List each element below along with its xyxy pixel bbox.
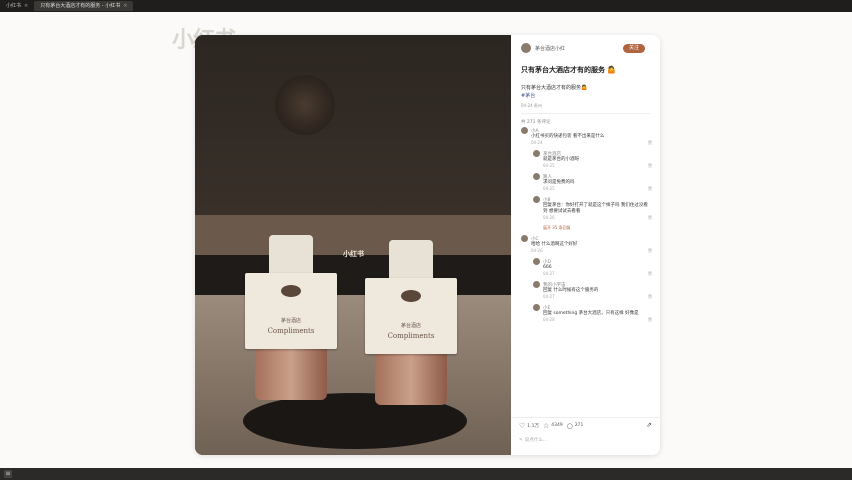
like-button[interactable]: 赞 bbox=[648, 271, 652, 277]
reply: 路人 求问是免费的吗 04-25 赞 bbox=[533, 173, 652, 192]
comment-input-placeholder: 说点什么... bbox=[524, 438, 548, 443]
avatar[interactable] bbox=[533, 281, 540, 288]
note-card: 茅台酒店 Compliments 茅台酒店 Compliments 小红书 茅台… bbox=[195, 35, 660, 455]
close-icon[interactable]: × bbox=[123, 1, 127, 11]
like-button[interactable]: 赞 bbox=[648, 215, 652, 221]
comment-author[interactable]: 小E bbox=[543, 305, 550, 311]
photo-watermark: 小红书 bbox=[343, 250, 364, 258]
post-desc: 只有茅台大酒店才有的服务🤷 #茅台 bbox=[521, 84, 587, 100]
tag-en: Compliments bbox=[267, 327, 315, 335]
reply: 小E 回复 something 茅台大酒店，只有这样 好像是 04-28 赞 bbox=[533, 304, 652, 323]
post-meta: 04-24 贵州 bbox=[521, 103, 542, 108]
bottle-right: 茅台酒店 Compliments bbox=[365, 230, 457, 405]
comment-time: 04-27 bbox=[543, 294, 555, 299]
like-button[interactable]: 赞 bbox=[648, 140, 652, 146]
bottom-strip bbox=[0, 468, 852, 480]
collect-action[interactable]: ☆ 4349 bbox=[543, 422, 563, 430]
post-title: 只有茅台大酒店才有的服务 🤷 bbox=[521, 66, 617, 74]
browser-tab-active[interactable]: 只有茅台大酒店才有的服务 - 小红书 × bbox=[34, 1, 134, 11]
author-name[interactable]: 茅台酒店小红 bbox=[535, 45, 565, 52]
heart-icon: ♡ bbox=[519, 421, 526, 430]
like-count: 1.1万 bbox=[527, 423, 539, 429]
star-icon: ☆ bbox=[542, 421, 550, 430]
tag-cn: 茅台酒店 bbox=[400, 323, 421, 329]
comment-author[interactable]: 小B bbox=[543, 197, 551, 203]
tab-label: 只有茅台大酒店才有的服务 - 小红书 bbox=[40, 3, 121, 9]
reply: 茅台酒店 就是茅台的小酒呀 04-25 赞 bbox=[533, 150, 652, 169]
comment-time: 04-25 bbox=[543, 186, 555, 191]
bottle-left: 茅台酒店 Compliments bbox=[245, 225, 337, 400]
avatar[interactable] bbox=[521, 127, 528, 134]
comment-action[interactable]: ○ 271 bbox=[567, 422, 584, 430]
avatar[interactable] bbox=[533, 304, 540, 311]
avatar[interactable] bbox=[521, 235, 528, 242]
tag-cn: 茅台酒店 bbox=[280, 318, 301, 324]
like-button[interactable]: 赞 bbox=[648, 163, 652, 169]
reply: 小D 666 04-27 赞 bbox=[533, 258, 652, 277]
avatar[interactable] bbox=[533, 150, 540, 157]
close-icon[interactable]: × bbox=[24, 1, 28, 11]
post-tag[interactable]: #茅台 bbox=[521, 92, 587, 100]
comment-count: 共 271 条评论 bbox=[521, 120, 551, 125]
avatar[interactable] bbox=[533, 196, 540, 203]
comment: 小A 小红书买的快递包装 看不出来是什么 04-24 赞 bbox=[521, 127, 652, 146]
comment-time: 04-26 bbox=[531, 248, 543, 253]
comment-input[interactable]: ✎ 说点什么... bbox=[519, 435, 579, 445]
post-desc-text: 只有茅台大酒店才有的服务🤷 bbox=[521, 85, 588, 91]
tab-label: 小红书 bbox=[6, 3, 22, 9]
post-photo[interactable]: 茅台酒店 Compliments 茅台酒店 Compliments 小红书 bbox=[195, 35, 511, 455]
comment-time: 04-24 bbox=[531, 140, 543, 145]
reply: 我的小宇宙 回复 什么时候有这个服务的 04-27 赞 bbox=[533, 281, 652, 300]
browser-tab-bar: 小红书 × 只有茅台大酒店才有的服务 - 小红书 × bbox=[0, 0, 852, 12]
comment: 小C 哈哈 什么酒啊这个好好 04-26 赞 bbox=[521, 235, 652, 254]
photo-wall bbox=[195, 35, 511, 235]
comment-count-action: 271 bbox=[574, 423, 584, 428]
like-action[interactable]: ♡ 1.1万 bbox=[519, 422, 539, 430]
collect-count: 4349 bbox=[551, 423, 563, 428]
tag-en: Compliments bbox=[387, 332, 435, 340]
comment-text: 回复 something 茅台大酒店，只有这样 好像是 bbox=[543, 311, 639, 316]
comment-author[interactable]: 小A bbox=[531, 128, 539, 134]
page: 小红书 茅台酒店 Compliments 茅台酒店 Compliments bbox=[0, 12, 852, 468]
comment-author[interactable]: 我的小宇宙 bbox=[543, 282, 566, 288]
comment-author[interactable]: 茅台酒店 bbox=[543, 151, 561, 157]
note-panel: 茅台酒店小红 关注 只有茅台大酒店才有的服务 🤷 只有茅台大酒店才有的服务🤷 #… bbox=[511, 35, 660, 455]
like-button[interactable]: 赞 bbox=[648, 317, 652, 323]
like-button[interactable]: 赞 bbox=[648, 294, 652, 300]
comment-author[interactable]: 路人 bbox=[543, 174, 552, 180]
comment-time: 04-28 bbox=[543, 317, 555, 322]
comment-time: 04-26 bbox=[543, 215, 555, 220]
author[interactable]: 茅台酒店小红 bbox=[521, 43, 565, 53]
comment-text: 回复茅台：你好打开了就是这个样子吗 我们住过没看到 想要试试去看看 bbox=[543, 203, 648, 214]
divider bbox=[521, 113, 650, 114]
comment-time: 04-25 bbox=[543, 163, 555, 168]
avatar[interactable] bbox=[521, 43, 531, 53]
photo-lamp bbox=[275, 75, 335, 135]
expand-replies-link[interactable]: 展开 35 条回复 bbox=[543, 225, 652, 231]
reply: 小B 回复茅台：你好打开了就是这个样子吗 我们住过没看到 想要试试去看看 04-… bbox=[533, 196, 652, 221]
avatar[interactable] bbox=[533, 173, 540, 180]
avatar[interactable] bbox=[533, 258, 540, 265]
browser-tab[interactable]: 小红书 × bbox=[0, 1, 34, 11]
comment-icon: ○ bbox=[566, 421, 573, 430]
comment-author[interactable]: 小C bbox=[531, 236, 539, 242]
action-bar: ♡ 1.1万 ☆ 4349 ○ 271 bbox=[511, 417, 660, 433]
comment-time: 04-27 bbox=[543, 271, 555, 276]
comment-author[interactable]: 小D bbox=[543, 259, 551, 265]
like-button[interactable]: 赞 bbox=[648, 186, 652, 192]
like-button[interactable]: 赞 bbox=[648, 248, 652, 254]
follow-button[interactable]: 关注 bbox=[623, 44, 645, 53]
menu-icon[interactable]: ≡ bbox=[4, 470, 12, 478]
share-icon[interactable]: ⇗ bbox=[646, 421, 652, 429]
pencil-icon: ✎ bbox=[519, 437, 523, 443]
comment-list: 小A 小红书买的快递包装 看不出来是什么 04-24 赞 茅台酒店 就是茅台的小酒… bbox=[521, 127, 652, 327]
